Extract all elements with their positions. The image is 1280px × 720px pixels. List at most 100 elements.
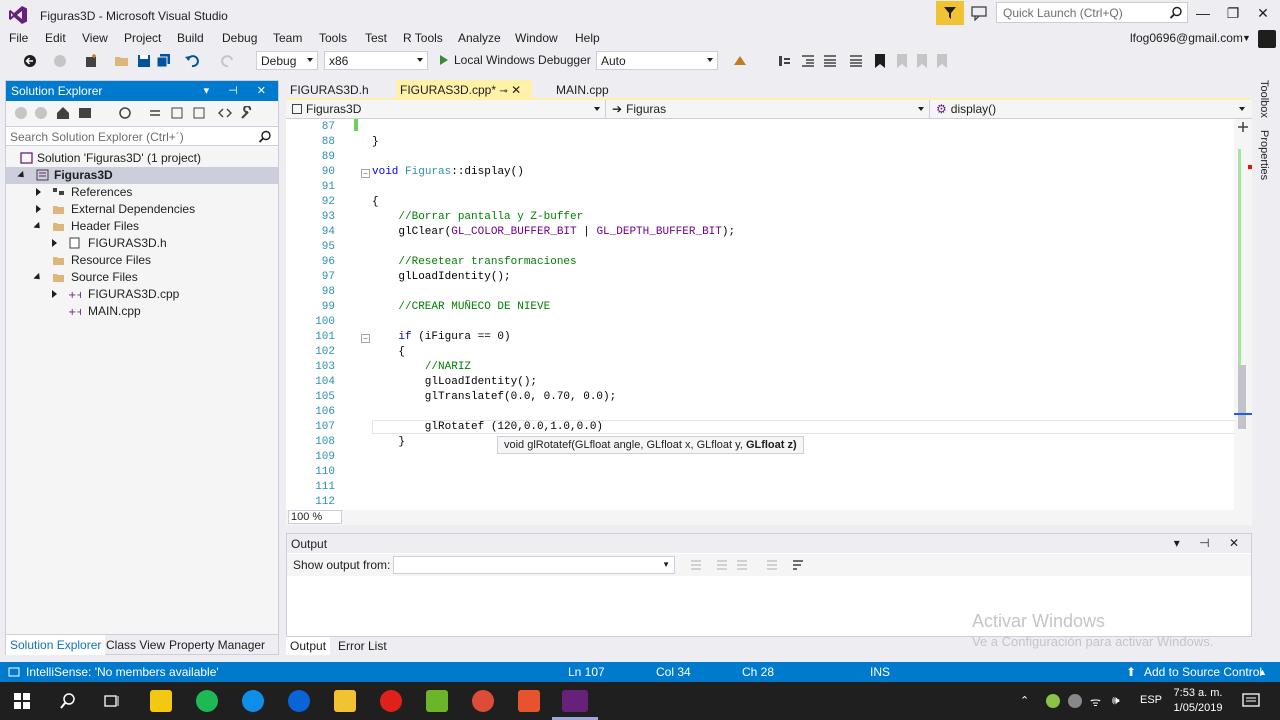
uncomment-icon[interactable]: [848, 53, 864, 69]
tree-item-figuras3d-h[interactable]: FIGURAS3D.h: [6, 235, 278, 252]
tab-error-list[interactable]: Error List: [334, 637, 391, 655]
tree-item-external-dependencies[interactable]: External Dependencies: [6, 201, 278, 218]
close-icon[interactable]: ✕: [511, 83, 521, 97]
tree-item-solution[interactable]: Solution 'Figuras3D' (1 project): [6, 150, 278, 167]
back-icon[interactable]: [14, 106, 28, 120]
find-message-icon[interactable]: [689, 558, 703, 572]
menu-tools[interactable]: Tools: [319, 31, 347, 45]
redo-icon[interactable]: [220, 53, 236, 69]
properties-tab[interactable]: Properties: [1258, 130, 1270, 180]
scrollbar-thumb[interactable]: [1238, 365, 1246, 429]
save-all-icon[interactable]: [156, 53, 172, 69]
volume-icon[interactable]: 🕪: [1112, 693, 1120, 708]
task-view-icon[interactable]: [104, 693, 122, 709]
panel-window-controls[interactable]: ▾ ⊣ ✕: [1174, 536, 1247, 550]
tab-class-view[interactable]: Class View: [102, 638, 169, 652]
hot-reload-icon[interactable]: [732, 53, 748, 69]
solution-config-select[interactable]: Debug: [256, 51, 318, 70]
expand-arrow-icon[interactable]: [52, 239, 57, 247]
zoom-select[interactable]: 100 %: [288, 510, 342, 524]
app-icon[interactable]: [518, 690, 540, 712]
tray-app-icon[interactable]: [1068, 694, 1082, 708]
switch-views-icon[interactable]: [78, 106, 92, 120]
code-icon[interactable]: [218, 106, 232, 120]
menu-file[interactable]: File: [9, 31, 28, 45]
outdent-icon[interactable]: [800, 53, 816, 69]
next-message-icon[interactable]: [735, 558, 749, 572]
language-indicator[interactable]: ESP: [1140, 694, 1162, 706]
search-icon[interactable]: [60, 693, 76, 709]
forward-arrow-icon[interactable]: [52, 53, 68, 69]
expand-arrow-icon[interactable]: [36, 188, 41, 196]
comment-icon[interactable]: [822, 53, 838, 69]
tab-property-manager[interactable]: Property Manager: [165, 638, 269, 652]
tree-item-references[interactable]: References: [6, 184, 278, 201]
codeblocks-icon[interactable]: [426, 690, 448, 712]
expand-arrow-icon[interactable]: [36, 205, 41, 213]
chevron-up-icon[interactable]: ⌃: [1020, 694, 1029, 707]
class-scope-select[interactable]: ➔ Figuras: [608, 100, 930, 119]
menu-edit[interactable]: Edit: [45, 31, 66, 45]
clock[interactable]: 7:53 a. m. 1/05/2019: [1168, 686, 1228, 716]
platform-select[interactable]: x86: [324, 51, 428, 70]
menu-team[interactable]: Team: [273, 31, 302, 45]
tab-figuras3d-h[interactable]: FIGURAS3D.h: [286, 80, 373, 99]
quick-launch-input[interactable]: Quick Launch (Ctrl+Q): [996, 2, 1188, 23]
notification-icon[interactable]: [1242, 693, 1260, 709]
menu-view[interactable]: View: [82, 31, 108, 45]
tree-item-source-files[interactable]: Source Files: [6, 269, 278, 286]
minimize-button[interactable]: —: [1188, 3, 1218, 23]
menu-window[interactable]: Window: [515, 31, 558, 45]
debug-mode-select[interactable]: Auto: [596, 51, 718, 70]
output-source-select[interactable]: ▼: [393, 556, 675, 574]
menu-build[interactable]: Build: [177, 31, 204, 45]
collapse-toggle[interactable]: −: [361, 334, 370, 343]
step-icon[interactable]: [776, 53, 792, 69]
app-icon[interactable]: [288, 690, 310, 712]
collapse-all-icon[interactable]: [192, 106, 206, 120]
expand-arrow-icon[interactable]: [17, 170, 27, 181]
tab-figuras3d-cpp[interactable]: FIGURAS3D.cpp* ⊸ ✕: [396, 80, 532, 99]
tree-item-header-files[interactable]: Header Files: [6, 218, 278, 235]
close-button[interactable]: ✕: [1248, 3, 1278, 23]
clear-all-icon[interactable]: [765, 558, 779, 572]
pin-icon[interactable]: ⊸: [499, 86, 507, 97]
expand-arrow-icon[interactable]: [33, 272, 43, 283]
tree-item-main-cpp[interactable]: ++ MAIN.cpp: [6, 303, 278, 320]
feedback-icon[interactable]: [970, 5, 990, 21]
chrome-icon[interactable]: [472, 690, 494, 712]
refresh-icon[interactable]: [170, 106, 184, 120]
tray-app-icon[interactable]: [1046, 694, 1060, 708]
tree-item-resource-files[interactable]: Resource Files: [6, 252, 278, 269]
back-arrow-icon[interactable]: [22, 53, 38, 69]
forward-icon[interactable]: [34, 106, 48, 120]
tab-solution-explorer[interactable]: Solution Explorer: [6, 635, 106, 655]
collapse-toggle[interactable]: −: [361, 169, 370, 178]
panel-window-controls[interactable]: ▾ ⊣ ✕: [204, 84, 274, 97]
word-wrap-icon[interactable]: [791, 558, 805, 572]
new-project-icon[interactable]: [84, 53, 100, 69]
chevron-down-icon[interactable]: ▼: [1242, 33, 1251, 43]
member-scope-select[interactable]: ⚙ display(): [932, 100, 1250, 119]
prev-message-icon[interactable]: [715, 558, 729, 572]
maximize-button[interactable]: ❐: [1218, 3, 1248, 23]
split-editor-icon[interactable]: [1237, 121, 1249, 133]
sync-icon[interactable]: [148, 106, 162, 120]
expand-arrow-icon[interactable]: [52, 290, 57, 298]
next-bookmark-icon[interactable]: [914, 53, 930, 69]
add-to-source-control-button[interactable]: Add to Source Control: [1144, 665, 1262, 679]
solution-explorer-search-input[interactable]: Search Solution Explorer (Ctrl+´): [6, 126, 278, 146]
file-explorer-icon[interactable]: [334, 690, 356, 712]
menu-help[interactable]: Help: [575, 31, 600, 45]
project-scope-select[interactable]: Figuras3D: [288, 100, 606, 119]
sticky-notes-icon[interactable]: [150, 690, 172, 712]
toolbox-tab[interactable]: Toolbox: [1258, 80, 1270, 118]
save-icon[interactable]: [136, 53, 152, 69]
tree-item-project[interactable]: Figuras3D: [6, 167, 278, 184]
menu-test[interactable]: Test: [365, 31, 387, 45]
spotify-icon[interactable]: [196, 690, 218, 712]
chevron-up-icon[interactable]: ▲: [1258, 667, 1267, 677]
start-debugging-button[interactable]: Local Windows Debugger ▼: [436, 51, 607, 70]
menu-project[interactable]: Project: [124, 31, 161, 45]
tab-main-cpp[interactable]: MAIN.cpp: [552, 80, 613, 99]
